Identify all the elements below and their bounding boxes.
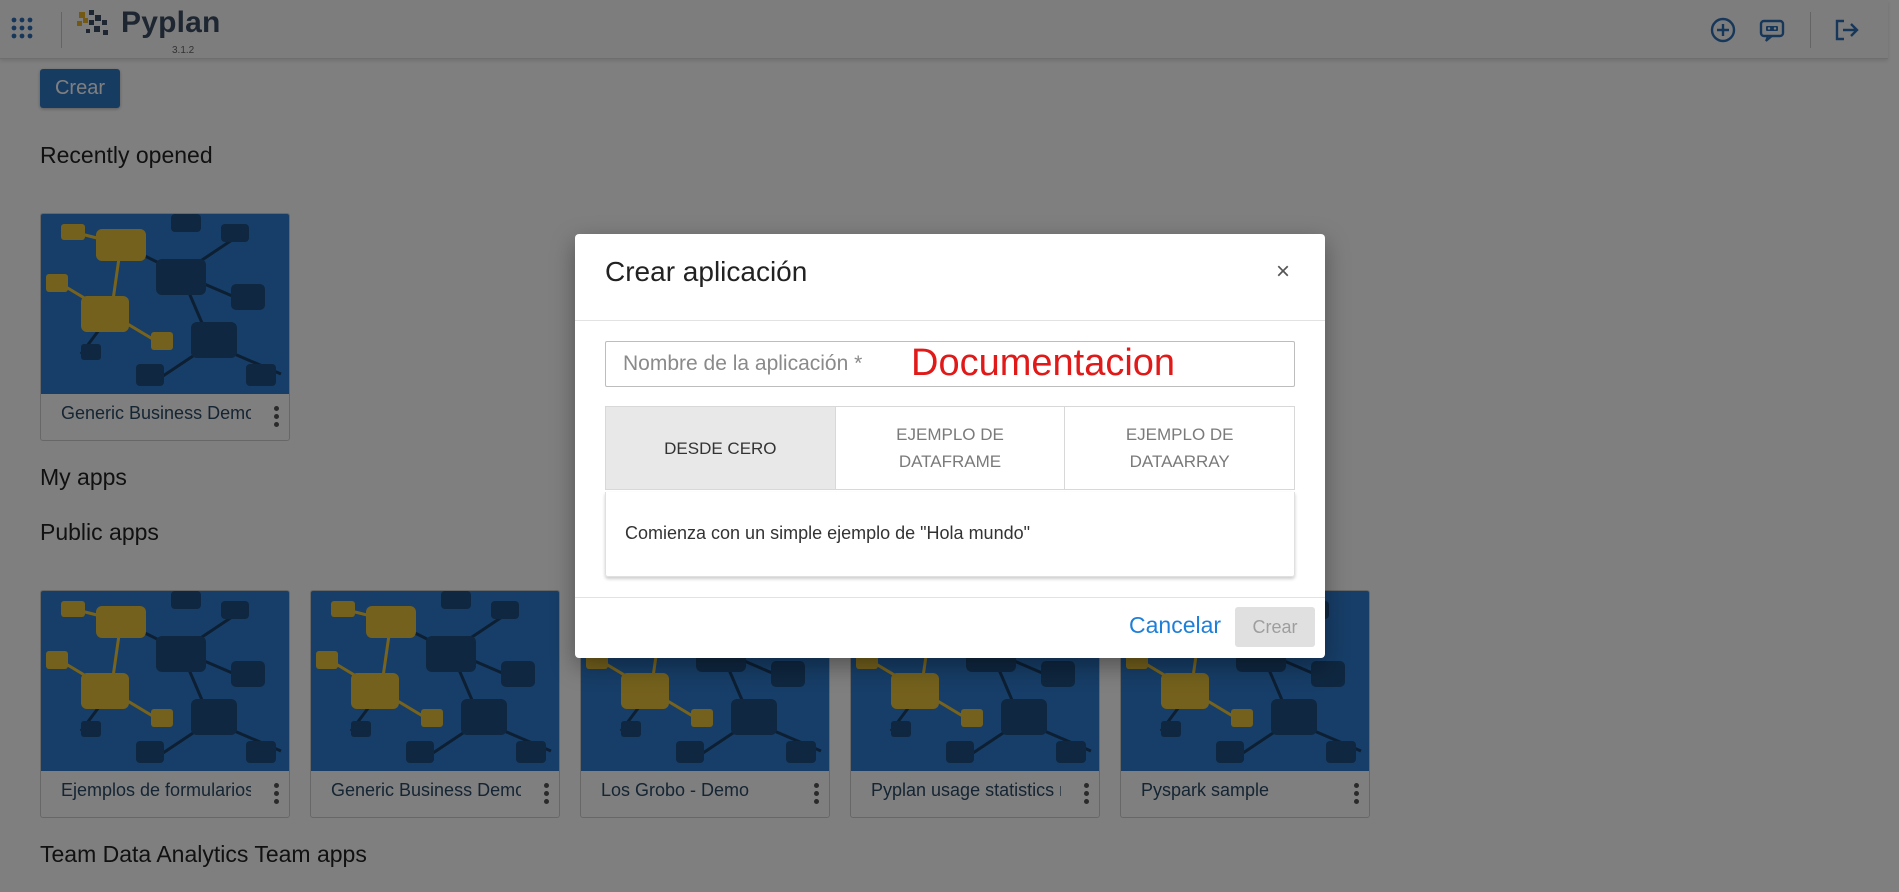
template-tabs: DESDE CERO EJEMPLO DE DATAFRAME EJEMPLO … [605,406,1295,490]
create-button[interactable]: Crear [1235,607,1315,647]
divider [575,597,1325,598]
tab-ejemplo-dataframe[interactable]: EJEMPLO DE DATAFRAME [834,407,1065,489]
app-name-input[interactable]: Nombre de la aplicación * Documentacion [605,341,1295,387]
tab-ejemplo-dataarray[interactable]: EJEMPLO DE DATAARRAY [1064,407,1294,489]
cancel-button[interactable]: Cancelar [1123,607,1223,643]
dialog-title: Crear aplicación [605,256,808,287]
app-name-value[interactable]: Documentacion [911,342,1175,385]
tab-label: EJEMPLO DE DATAARRAY [1125,425,1234,471]
tab-label: EJEMPLO DE DATAFRAME [896,425,1004,471]
tab-desde-cero[interactable]: DESDE CERO [606,407,835,489]
create-app-dialog: Crear aplicación × Nombre de la aplicaci… [575,234,1325,658]
close-icon[interactable]: × [1271,260,1295,284]
app-name-label: Nombre de la aplicación * [623,352,863,375]
tab-description: Comienza con un simple ejemplo de "Hola … [625,523,1030,543]
tab-panel: Comienza con un simple ejemplo de "Hola … [605,492,1295,577]
divider [575,320,1325,321]
modal-backdrop[interactable]: Crear aplicación × Nombre de la aplicaci… [0,0,1899,892]
